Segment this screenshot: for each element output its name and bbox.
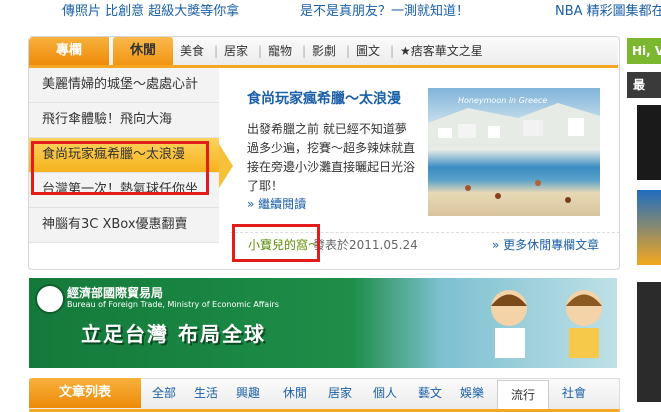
more-leisure-articles-link[interactable]: » 更多休閒專欄文章 [492,236,599,253]
tab-article-list[interactable]: 文章列表 [29,378,141,408]
read-more-link[interactable]: » 繼續閱讀 [247,195,306,212]
photo-caption: Honeymoon in Greece [458,96,548,105]
tab-food[interactable]: 美食 [180,37,204,65]
banner-slogan: 立足台灣 布局全球 [81,322,266,346]
banner-org-name: 經濟部國際貿易局 [67,286,164,300]
tab-pets[interactable]: 寵物 [268,37,292,65]
top-link-nba[interactable]: NBA 精彩圖集都在 [555,0,661,19]
tab-personal[interactable]: 個人 [373,378,397,408]
list-item[interactable]: 神腦有3C XBox優惠翻賣 [29,208,219,243]
top-link-photo-contest[interactable]: 傳照片 比創意 超級大獎等你拿 [62,0,239,19]
tab-home[interactable]: 居家 [224,37,248,65]
sidebar-thumbnail[interactable] [637,282,661,402]
list-item[interactable]: 飛行傘體驗！飛向大海 [29,103,219,138]
tab-divider: | [302,44,307,58]
banner-org-english: Bureau of Foreign Trade, Ministry of Eco… [67,300,279,309]
sidebar-thumbnail[interactable] [637,105,661,180]
tab-leisure[interactable]: 休閒 [113,37,173,65]
top-link-friend-quiz[interactable]: 是不是真朋友？一測就知道！ [300,0,469,19]
sidebar-thumbnail[interactable] [637,190,661,265]
article-excerpt: 出發希臘之前 就已經不知道夢過多少遍，挖賽～超多辣妹就直接在旁邊小沙灘直接曬起日… [247,122,416,193]
tab-star-writers[interactable]: ★痞客華文之星 [400,37,483,65]
tab-divider: | [214,44,219,58]
tab-interests[interactable]: 興趣 [236,378,260,408]
list-item[interactable]: 美麗情婦的城堡～處處心計 [29,68,219,103]
tab-divider: | [258,44,263,58]
posted-date: 發表於2011.05.24 [313,238,418,252]
tab-columns[interactable]: 專欄 [29,37,109,65]
tab-home-bottom[interactable]: 居家 [328,378,352,408]
trade-bureau-banner[interactable]: 經濟部國際貿易局 Bureau of Foreign Trade, Minist… [29,278,617,368]
tab-arts[interactable]: 藝文 [418,378,442,408]
tab-movies[interactable]: 影劇 [312,37,336,65]
article-title[interactable]: 食尚玩家瘋希臘～太浪漫 [247,88,401,108]
cartoon-children-illustration [491,290,602,358]
tab-divider: | [390,44,395,58]
beach-scene-image [428,103,600,203]
greeting-box[interactable]: Hi, Vi [627,38,661,64]
tab-leisure-bottom[interactable]: 休閒 [283,378,307,408]
tab-fashion-active[interactable]: 流行 [497,380,549,409]
tab-graphics[interactable]: 圖文 [356,37,380,65]
tab-life[interactable]: 生活 [194,378,218,408]
dark-section-header: 最 [627,72,661,98]
tab-entertainment[interactable]: 娛樂 [460,378,484,408]
tab-society[interactable]: 社會 [562,378,586,408]
highlight-box-author [232,224,320,262]
article-photo[interactable]: Honeymoon in Greece [428,88,600,216]
highlight-box-list-item [31,141,209,195]
tab-divider: | [346,44,351,58]
tab-all[interactable]: 全部 [152,378,176,408]
bureau-logo-icon [35,284,65,314]
